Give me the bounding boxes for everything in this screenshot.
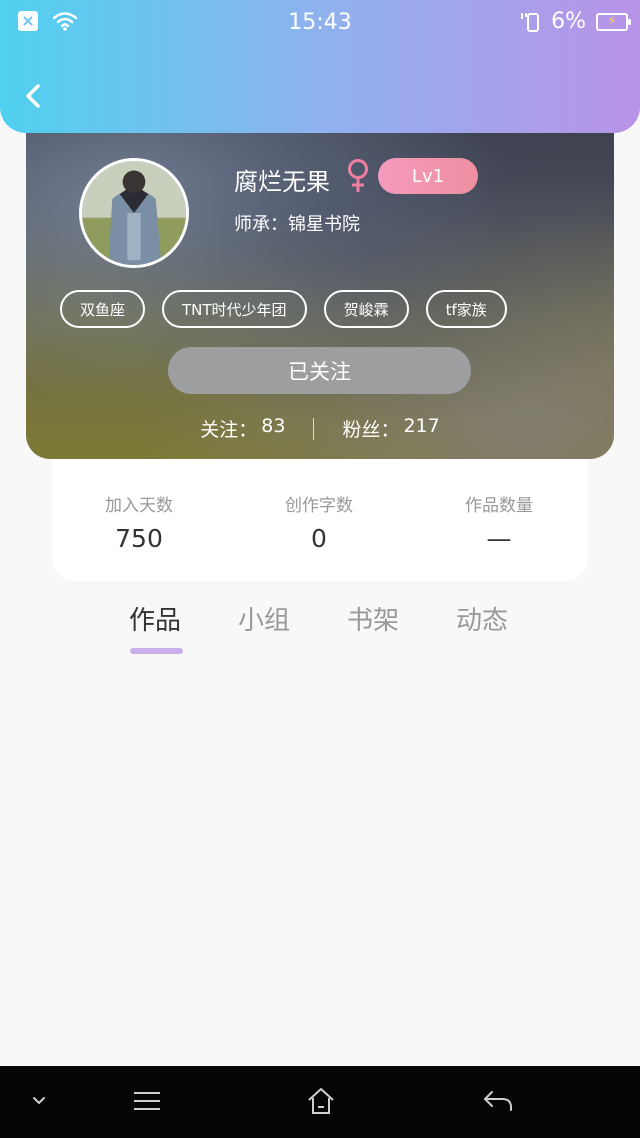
fans-count[interactable]: 粉丝： 217 <box>342 415 439 442</box>
tag-item[interactable]: TNT时代少年团 <box>162 290 307 328</box>
system-nav-bar <box>0 1066 640 1138</box>
home-icon[interactable] <box>305 1085 337 1117</box>
tab-bar: 作品 小组 书架 动态 <box>0 600 640 660</box>
tag-item[interactable]: 贺峻霖 <box>323 290 409 328</box>
stat-value: 750 <box>115 524 163 553</box>
stat-label: 创作字数 <box>285 496 353 516</box>
battery-percent: 6% <box>551 9 586 34</box>
tab-bookshelf[interactable]: 书架 <box>347 600 399 637</box>
following-label: 关注： <box>200 419 258 441</box>
tab-works[interactable]: 作品 <box>129 600 181 637</box>
menu-icon[interactable] <box>132 1086 162 1116</box>
level-badge: Lv1 <box>378 158 478 194</box>
avatar-image <box>82 161 186 265</box>
tab-groups[interactable]: 小组 <box>238 600 290 637</box>
tag-item[interactable]: 双鱼座 <box>60 290 146 328</box>
divider <box>313 417 315 440</box>
stat-works-count: 作品数量 — <box>419 491 579 553</box>
signal-icon <box>521 12 540 32</box>
avatar[interactable] <box>79 158 189 268</box>
fans-value: 217 <box>403 415 440 437</box>
battery-charging-icon: ⚡ <box>596 12 631 31</box>
tab-activity[interactable]: 动态 <box>456 600 508 637</box>
status-right: 6% ⚡ <box>519 9 631 34</box>
female-icon <box>348 159 368 192</box>
status-bar: × 15:43 6% ⚡ <box>0 0 640 48</box>
follow-stats: 关注： 83 粉丝： 217 <box>26 415 614 442</box>
tab-indicator <box>130 648 183 654</box>
fans-label: 粉丝： <box>342 419 400 441</box>
stat-join-days: 加入天数 750 <box>59 491 219 553</box>
following-value: 83 <box>261 415 286 437</box>
back-arrow-icon[interactable] <box>482 1086 514 1116</box>
tag-list: 双鱼座 TNT时代少年团 贺峻霖 tf家族 <box>60 290 507 328</box>
following-count[interactable]: 关注： 83 <box>200 415 285 442</box>
header: × 15:43 6% ⚡ <box>0 0 640 133</box>
stat-value: — <box>486 524 512 553</box>
stat-label: 加入天数 <box>105 496 173 516</box>
mentor-label: 师承：锦星书院 <box>234 214 360 235</box>
stat-value: 0 <box>311 524 327 553</box>
profile-card: 腐烂无果 Lv1 师承：锦星书院 双鱼座 TNT时代少年团 贺峻霖 tf家族 已… <box>26 110 614 459</box>
username: 腐烂无果 <box>234 168 330 196</box>
follow-button[interactable]: 已关注 <box>168 347 471 394</box>
chevron-left-icon[interactable] <box>18 80 50 112</box>
stat-word-count: 创作字数 0 <box>239 491 399 553</box>
tag-item[interactable]: tf家族 <box>425 290 507 328</box>
stats-card: 加入天数 750 创作字数 0 作品数量 — <box>52 459 588 581</box>
chevron-down-icon[interactable] <box>30 1094 48 1108</box>
stat-label: 作品数量 <box>465 496 533 516</box>
